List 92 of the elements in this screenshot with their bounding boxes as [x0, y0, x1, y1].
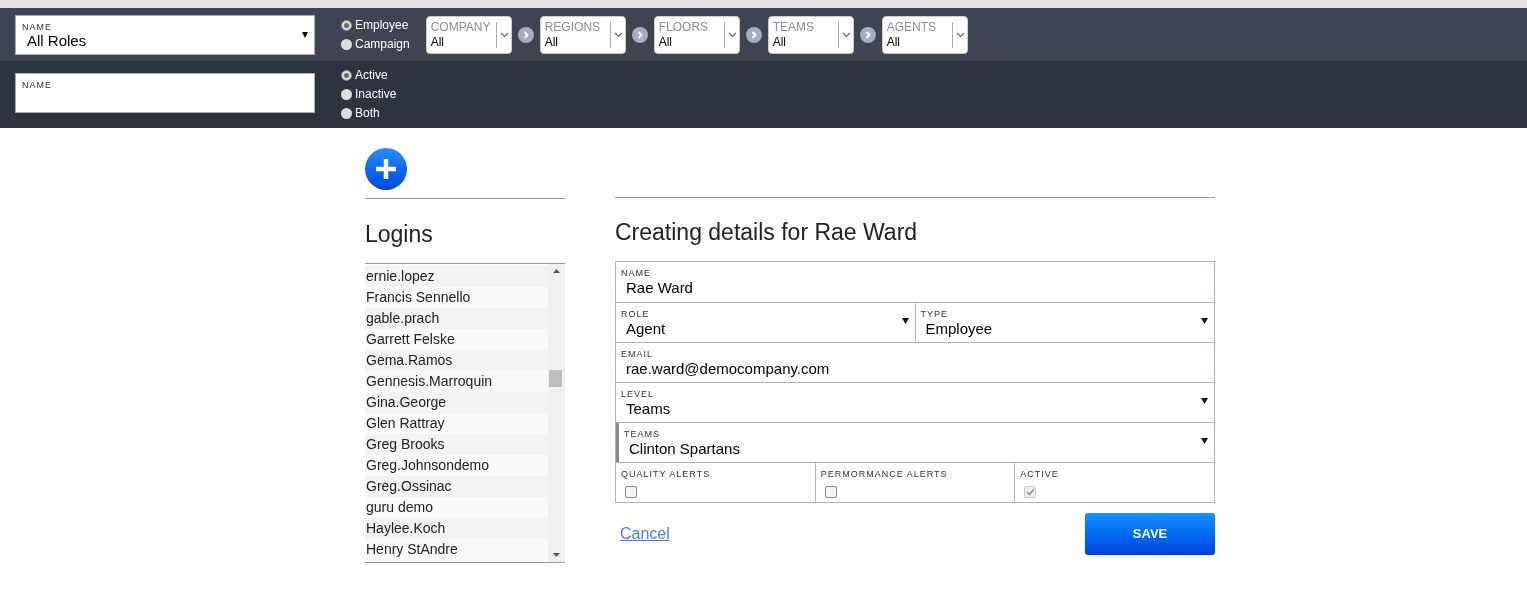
field-value: All	[430, 33, 445, 50]
field-value: All	[544, 33, 559, 50]
field-label: NAME	[621, 268, 651, 278]
save-button[interactable]: SAVE	[1085, 513, 1215, 555]
radio-button[interactable]	[341, 69, 352, 81]
field-label: ROLE	[621, 309, 650, 319]
login-item[interactable]: ernie.lopez	[365, 266, 548, 287]
login-item[interactable]: Garrett Felske	[365, 329, 548, 350]
chevron-down-icon	[841, 31, 851, 38]
field-value: Teams	[626, 399, 671, 419]
radio-option[interactable]: Inactive	[341, 86, 397, 102]
cancel-link[interactable]: Cancel	[620, 522, 670, 546]
dropdown-arrow-icon	[1201, 318, 1208, 324]
input-field[interactable]: NAME Rae Ward	[616, 262, 1214, 302]
hierarchy-dropdown[interactable]: FLOORS All	[653, 15, 740, 54]
field-label: NAME	[22, 80, 52, 90]
chevron-down-icon	[613, 31, 623, 38]
hierarchy-dropdown[interactable]: TEAMS All	[767, 15, 854, 54]
dropdown-arrow-icon	[901, 318, 909, 324]
scroll-up-icon	[553, 269, 560, 273]
field-label: ACTIVE	[1020, 469, 1059, 479]
field-label: FLOORS	[658, 19, 709, 34]
logins-list[interactable]: ernie.lopez Francis Sennello gable.prach Garrett Felske Gema.Ramos Gennesis.Marroquin Gina.George Glen Rattray Greg Brooks Greg.Johnsondemo Greg.Ossinac guru demo Haylee.Koch Henry StAndre	[365, 263, 565, 563]
field-label: AGENTS	[886, 19, 937, 34]
name-field[interactable]: NAME	[15, 73, 315, 113]
input-field[interactable]: EMAIL rae.ward@democompany.com	[616, 343, 1214, 382]
login-item[interactable]: gable.prach	[365, 308, 548, 329]
chevron-down-icon	[955, 31, 965, 38]
field-label: NAME	[22, 21, 52, 32]
login-item[interactable]: Gina.George	[365, 392, 548, 413]
login-item[interactable]: Gema.Ramos	[365, 350, 548, 371]
chevron-right-icon	[745, 26, 762, 43]
chevron-right-icon	[631, 26, 648, 43]
login-item[interactable]: Francis Sennello	[365, 287, 548, 308]
checkbox[interactable]	[625, 486, 637, 498]
field-value: Clinton Spartans	[629, 439, 740, 459]
field-label: REGIONS	[544, 19, 601, 34]
radio-option[interactable]: Both	[341, 105, 397, 121]
add-button[interactable]	[365, 148, 407, 190]
login-item[interactable]: Henry StAndre	[365, 539, 548, 560]
radio-button[interactable]	[341, 38, 352, 50]
field-label: QUALITY ALERTS	[621, 469, 711, 479]
radio-button[interactable]	[341, 107, 352, 119]
dropdown-arrow-icon	[1201, 438, 1208, 444]
field-value: rae.ward@democompany.com	[626, 359, 830, 379]
checkbox[interactable]	[824, 486, 837, 498]
field-label: EMAIL	[621, 349, 653, 359]
field-value: Employee	[925, 319, 993, 339]
field-value: All	[658, 33, 673, 50]
field-label: TEAMS	[624, 429, 660, 439]
select-field[interactable]: TEAMS Clinton Spartans	[616, 423, 1214, 462]
field-value: All	[886, 33, 901, 50]
login-item[interactable]: Greg.Johnsondemo	[365, 455, 548, 476]
scrollbar[interactable]	[548, 264, 565, 562]
dropdown-arrow-icon: ▾	[302, 27, 308, 40]
form-title: Creating details for Rae Ward	[615, 218, 918, 246]
hierarchy-dropdown[interactable]: REGIONS All	[539, 15, 626, 54]
field-value: Rae Ward	[626, 278, 693, 298]
field-value: All	[772, 33, 787, 50]
login-item[interactable]: Greg.Ossinac	[365, 476, 548, 497]
radio-option[interactable]: Employee	[341, 17, 410, 33]
select-field[interactable]: ROLE Agent	[616, 303, 915, 342]
field-label: TEAMS	[772, 19, 815, 34]
radio-button[interactable]	[341, 19, 352, 31]
field-label: TYPE	[920, 309, 948, 319]
dropdown-arrow-icon	[1201, 398, 1208, 404]
login-item[interactable]: Greg Brooks	[365, 434, 548, 455]
section-title: Logins	[365, 220, 433, 248]
select-field[interactable]: TYPE Employee	[914, 303, 1214, 342]
field-label: COMPANY	[430, 19, 491, 34]
scroll-down-icon	[553, 553, 560, 557]
scroll-thumb[interactable]	[549, 370, 562, 387]
chevron-right-icon	[859, 26, 876, 43]
field-value: All Roles	[27, 31, 87, 50]
login-item[interactable]: Glen Rattray	[365, 413, 548, 434]
radio-option[interactable]: Campaign	[341, 36, 410, 52]
hierarchy-dropdown[interactable]: AGENTS All	[881, 15, 968, 54]
chevron-down-icon	[499, 31, 509, 38]
select-field[interactable]: LEVEL Teams	[616, 383, 1214, 422]
field-value: Agent	[626, 319, 666, 339]
role-select[interactable]: NAME All Roles ▾	[15, 14, 315, 55]
field-label: LEVEL	[621, 389, 655, 399]
hierarchy-dropdown[interactable]: COMPANY All	[425, 15, 512, 54]
chevron-right-icon	[517, 26, 534, 43]
login-item[interactable]: Haylee.Koch	[365, 518, 548, 539]
field-label: PERMORMANCE ALERTS	[820, 469, 948, 479]
radio-button[interactable]	[341, 88, 352, 100]
login-item[interactable]: guru demo	[365, 497, 548, 518]
plus-icon	[374, 157, 398, 181]
radio-option[interactable]: Active	[341, 67, 397, 83]
chevron-down-icon	[727, 31, 737, 38]
login-item[interactable]: Gennesis.Marroquin	[365, 371, 548, 392]
